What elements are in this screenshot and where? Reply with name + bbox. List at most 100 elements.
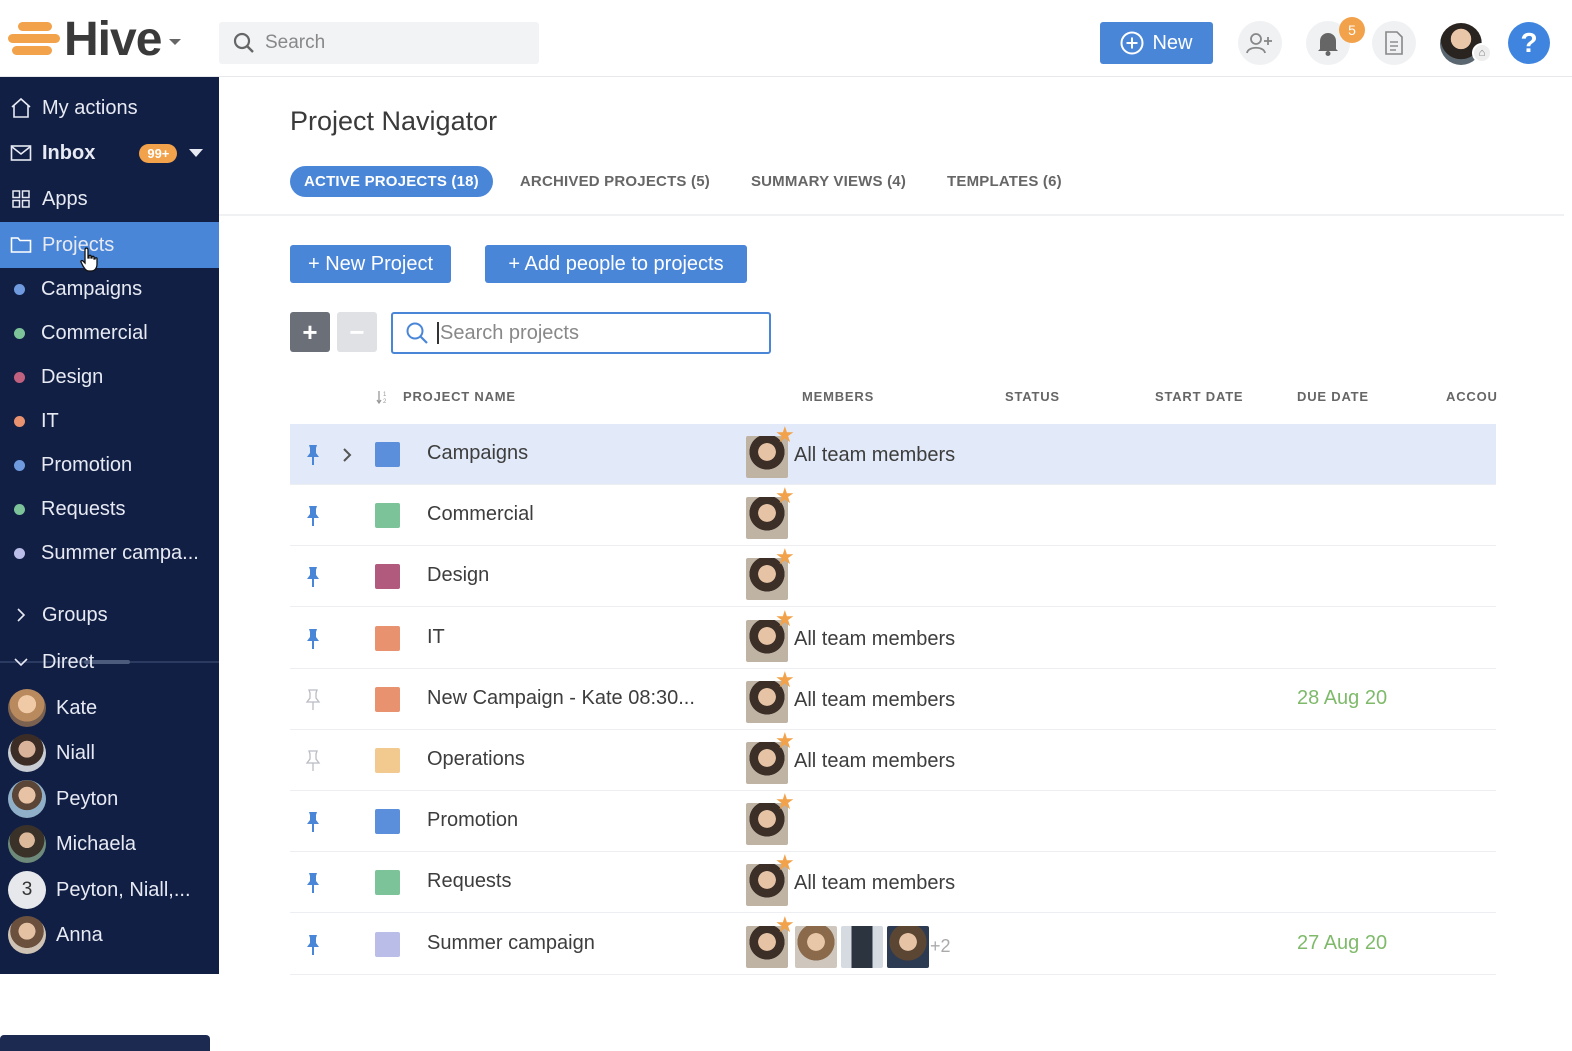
pin-icon[interactable] — [304, 872, 322, 894]
owner-star-icon: ★ — [775, 728, 795, 753]
table-row[interactable]: Design ★ — [290, 544, 1496, 608]
table-row[interactable]: Commercial ★ — [290, 485, 1496, 547]
pin-icon[interactable] — [304, 505, 322, 527]
home-icon — [10, 97, 32, 119]
notes-button[interactable] — [1372, 21, 1416, 65]
sidebar-project-item[interactable]: Summer campa... — [0, 531, 219, 575]
direct-message-item[interactable]: Michaela — [0, 822, 219, 866]
sidebar-project-item[interactable]: Design — [0, 355, 219, 399]
column-header-start-date[interactable]: START DATE — [1155, 389, 1243, 404]
column-header-members[interactable]: MEMBERS — [802, 389, 874, 404]
members-label: All team members — [794, 688, 956, 711]
sort-icon[interactable]: 12 — [376, 390, 390, 404]
direct-message-item[interactable]: Niall — [0, 731, 219, 775]
project-color-swatch — [375, 625, 400, 651]
column-header-due-date[interactable]: DUE DATE — [1297, 389, 1369, 404]
pin-icon[interactable] — [304, 628, 322, 650]
unpinned-icon[interactable] — [304, 750, 322, 772]
project-color-swatch — [375, 503, 400, 529]
sidebar-item-direct[interactable]: Direct — [0, 640, 219, 684]
sidebar-item-my-actions[interactable]: My actions — [0, 86, 219, 130]
chevron-right-icon[interactable] — [340, 446, 354, 464]
project-name[interactable]: New Campaign - Kate 08:30... — [427, 687, 695, 710]
more-members-count[interactable]: +2 — [930, 936, 951, 957]
sidebar-item-groups[interactable]: Groups — [0, 593, 219, 637]
table-row[interactable]: Summer campaign ★ +2 27 Aug 20 — [290, 913, 1496, 975]
column-header-status[interactable]: STATUS — [1005, 389, 1060, 404]
owner-star-icon: ★ — [775, 544, 795, 570]
sidebar-item-label: Campaigns — [41, 277, 143, 300]
project-name[interactable]: Operations — [427, 748, 525, 771]
project-name[interactable]: Commercial — [427, 503, 534, 526]
expand-all-button[interactable]: + — [290, 312, 330, 352]
add-people-button[interactable]: + Add people to projects — [485, 245, 747, 283]
project-name[interactable]: Campaigns — [427, 442, 528, 465]
sidebar-project-item[interactable]: Campaigns — [0, 267, 219, 311]
search-projects-input[interactable]: Search projects — [391, 312, 771, 354]
collapse-all-button[interactable]: − — [337, 312, 377, 352]
due-date[interactable]: 28 Aug 20 — [1297, 687, 1387, 710]
tab-archived-projects[interactable]: ARCHIVED PROJECTS (5) — [520, 173, 710, 190]
direct-message-item[interactable]: Peyton — [0, 777, 219, 821]
owner-star-icon: ★ — [775, 605, 795, 631]
project-name[interactable]: Summer campaign — [427, 932, 595, 955]
avatar — [8, 689, 46, 727]
owner-star-icon: ★ — [775, 850, 795, 876]
project-color-swatch — [375, 564, 400, 590]
chevron-down-icon[interactable] — [189, 149, 204, 157]
direct-message-label: Anna — [56, 923, 103, 946]
avatar[interactable] — [841, 925, 883, 968]
sidebar-item-inbox[interactable]: Inbox 99+ — [0, 131, 219, 175]
project-color-dot — [14, 547, 25, 559]
direct-message-item[interactable]: Kate — [0, 686, 219, 730]
pin-icon[interactable] — [304, 444, 322, 466]
direct-message-label: Kate — [56, 696, 98, 719]
sidebar-project-item[interactable]: Commercial — [0, 311, 219, 355]
direct-message-item[interactable]: 3 Peyton, Niall,... — [0, 868, 219, 912]
column-header-project-name[interactable]: PROJECT NAME — [403, 389, 516, 404]
page-title: Project Navigator — [290, 106, 498, 136]
tab-templates[interactable]: TEMPLATES (6) — [947, 173, 1062, 190]
status-icon: ⌂ — [1472, 43, 1492, 63]
avatar[interactable] — [795, 925, 837, 968]
help-button[interactable]: ? — [1508, 22, 1550, 64]
search-icon — [233, 32, 254, 53]
due-date[interactable]: 27 Aug 20 — [1297, 932, 1387, 955]
global-search-input[interactable]: Search — [219, 22, 539, 64]
sidebar-project-item[interactable]: IT — [0, 399, 219, 443]
chevron-down-icon[interactable] — [169, 39, 182, 45]
table-row[interactable]: Requests ★ All team members — [290, 850, 1496, 914]
new-button[interactable]: New — [1100, 22, 1213, 64]
sidebar-project-item[interactable]: Promotion — [0, 443, 219, 487]
unpinned-icon[interactable] — [304, 689, 322, 711]
bell-icon — [1318, 33, 1338, 56]
direct-message-item[interactable]: Anna — [0, 913, 219, 957]
sidebar-project-item[interactable]: Requests — [0, 487, 219, 531]
tab-active-projects[interactable]: ACTIVE PROJECTS (18) — [290, 165, 493, 197]
pin-icon[interactable] — [304, 566, 322, 588]
table-row[interactable]: Promotion ★ — [290, 791, 1496, 853]
project-color-swatch — [375, 931, 400, 957]
add-user-button[interactable] — [1238, 21, 1282, 65]
table-row[interactable]: Campaigns ★ All team members — [290, 424, 1496, 485]
avatar[interactable] — [887, 925, 929, 968]
tab-summary-views[interactable]: SUMMARY VIEWS (4) — [751, 173, 906, 190]
table-row[interactable]: IT ★ All team members — [290, 605, 1496, 669]
hive-logo[interactable]: Hive — [8, 16, 182, 64]
project-name[interactable]: Promotion — [427, 809, 518, 832]
project-name[interactable]: Design — [427, 564, 489, 587]
sidebar-item-apps[interactable]: Apps — [0, 177, 219, 221]
avatar — [8, 825, 46, 863]
new-project-button[interactable]: + New Project — [290, 245, 451, 283]
sidebar-item-projects[interactable]: Projects — [0, 222, 219, 268]
table-row[interactable]: New Campaign - Kate 08:30... ★ All team me… — [290, 668, 1496, 730]
text-cursor — [437, 322, 439, 344]
column-header-account[interactable]: ACCOU — [1446, 389, 1498, 404]
pin-icon[interactable] — [304, 811, 322, 833]
document-icon — [1385, 31, 1403, 55]
table-row[interactable]: Operations ★ All team members — [290, 730, 1496, 791]
pin-icon[interactable] — [304, 934, 322, 956]
project-name[interactable]: IT — [427, 626, 445, 649]
mail-icon — [10, 142, 32, 164]
project-name[interactable]: Requests — [427, 870, 512, 893]
